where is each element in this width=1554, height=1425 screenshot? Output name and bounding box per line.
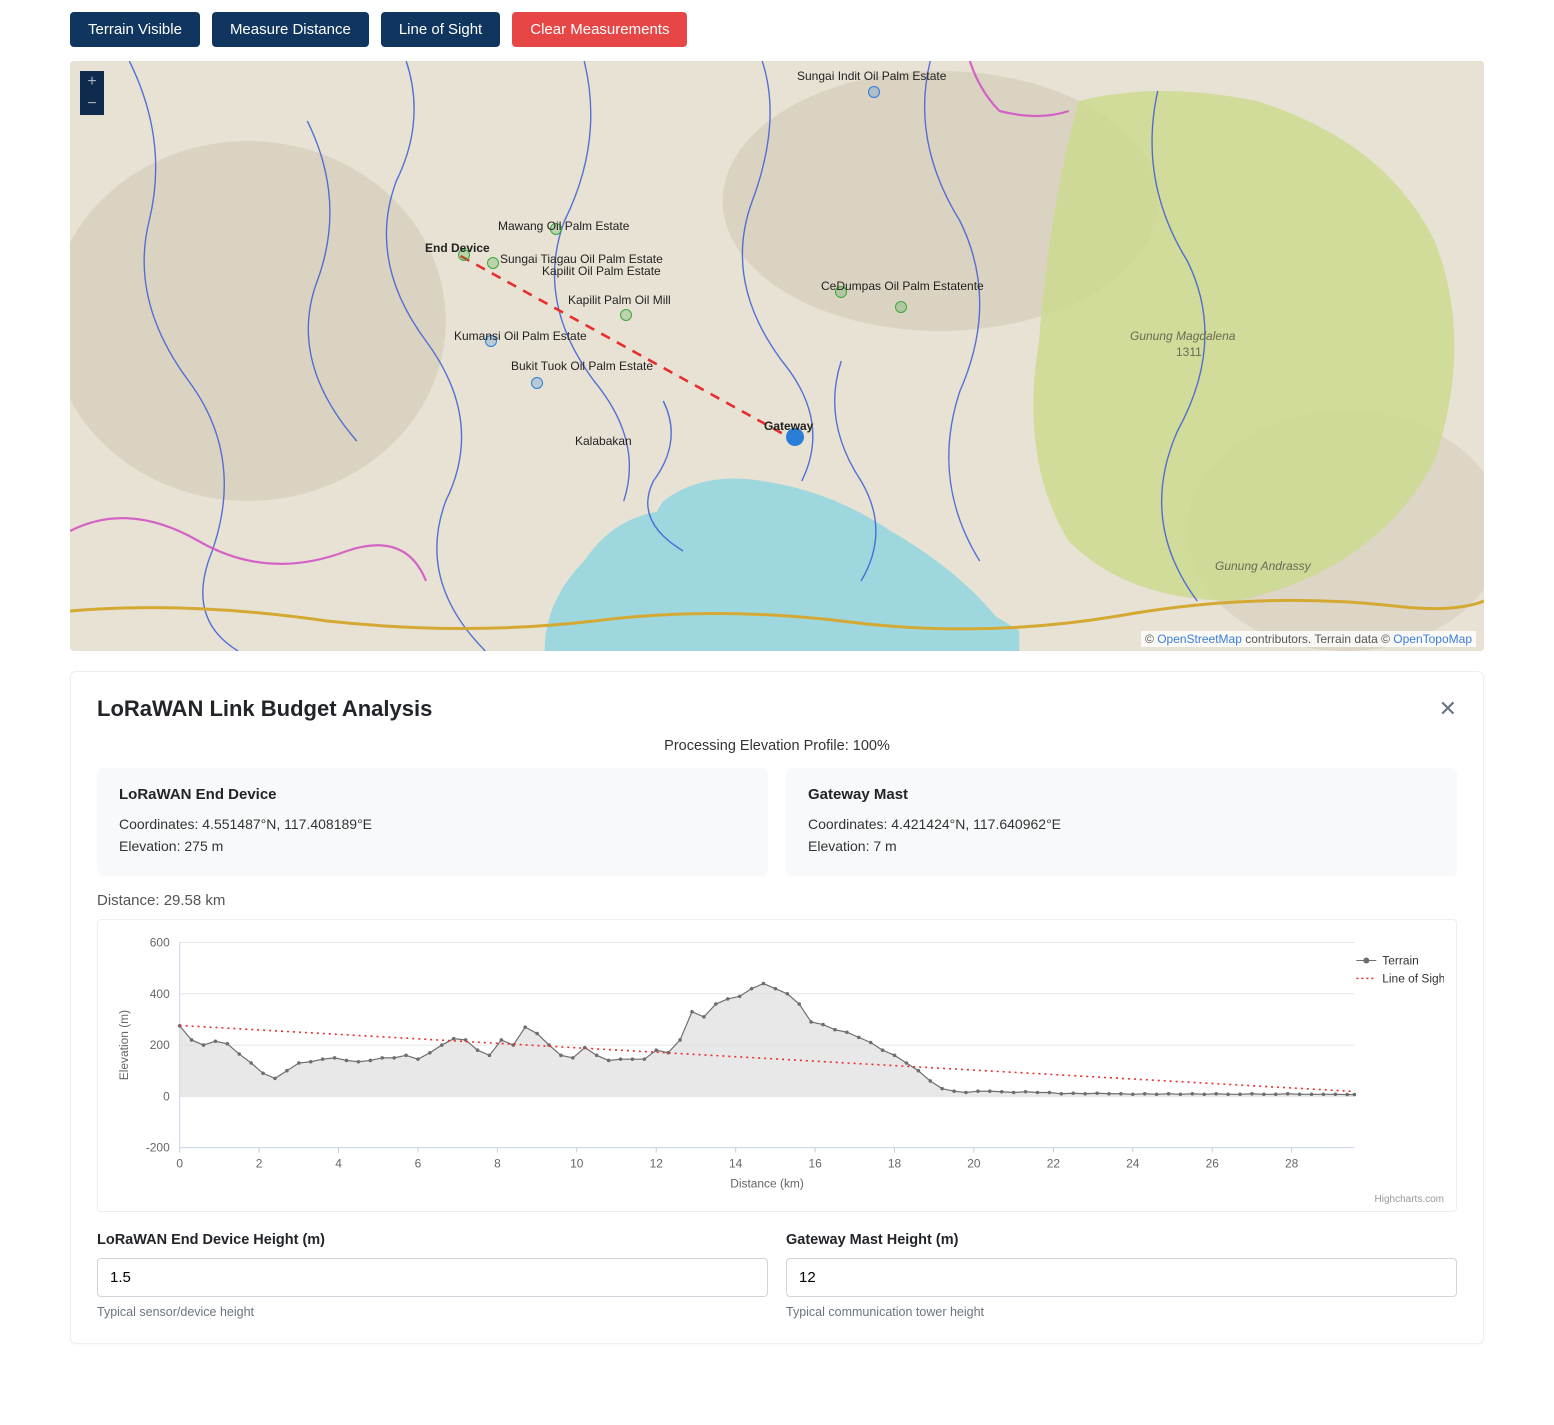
- card-title: Gateway Mast: [808, 786, 1435, 803]
- map-toolbar: Terrain Visible Measure Distance Line of…: [40, 0, 1514, 61]
- mountain-elev: 1311: [1176, 345, 1202, 359]
- poi-marker: [487, 257, 499, 269]
- svg-text:8: 8: [494, 1156, 501, 1170]
- svg-text:400: 400: [150, 987, 170, 1001]
- svg-text:Line of Sight: Line of Sight: [1382, 971, 1444, 985]
- svg-text:4: 4: [335, 1156, 342, 1170]
- svg-text:24: 24: [1126, 1156, 1140, 1170]
- svg-text:28: 28: [1285, 1156, 1299, 1170]
- svg-text:Distance (km): Distance (km): [730, 1176, 804, 1190]
- otm-link[interactable]: OpenTopoMap: [1393, 632, 1472, 646]
- gateway-coords: Coordinates: 4.421424°N, 117.640962°E: [808, 813, 1435, 835]
- link-budget-panel: LoRaWAN Link Budget Analysis ✕ Processin…: [70, 671, 1484, 1344]
- poi-label: Kalabakan: [575, 434, 632, 448]
- close-icon[interactable]: ✕: [1439, 696, 1457, 722]
- mountain-label: Gunung Magdalena: [1130, 329, 1235, 343]
- poi-label: Kapilit Palm Oil Mill: [568, 293, 671, 307]
- poi-label: Mawang Oil Palm Estate: [498, 219, 629, 233]
- poi-marker: [531, 377, 543, 389]
- end-device-coords: Coordinates: 4.551487°N, 117.408189°E: [119, 813, 746, 835]
- svg-text:Terrain: Terrain: [1382, 953, 1419, 967]
- gateway-height-label: Gateway Mast Height (m): [786, 1232, 1457, 1248]
- terrain-visible-button[interactable]: Terrain Visible: [70, 12, 200, 47]
- zoom-control: + −: [80, 71, 104, 115]
- svg-text:2: 2: [256, 1156, 263, 1170]
- poi-label: Bukit Tuok Oil Palm Estate: [511, 359, 653, 373]
- svg-text:Elevation (m): Elevation (m): [117, 1010, 131, 1080]
- end-device-card: LoRaWAN End Device Coordinates: 4.551487…: [97, 768, 768, 876]
- poi-label: Kumansi Oil Palm Estate: [454, 329, 587, 343]
- osm-link[interactable]: OpenStreetMap: [1157, 632, 1242, 646]
- clear-measurements-button[interactable]: Clear Measurements: [512, 12, 687, 47]
- svg-text:26: 26: [1206, 1156, 1220, 1170]
- svg-text:20: 20: [967, 1156, 981, 1170]
- end-device-height-group: LoRaWAN End Device Height (m) Typical se…: [97, 1232, 768, 1319]
- zoom-in-button[interactable]: +: [80, 71, 104, 93]
- gateway-height-hint: Typical communication tower height: [786, 1305, 1457, 1319]
- svg-text:600: 600: [150, 935, 170, 949]
- svg-text:12: 12: [650, 1156, 664, 1170]
- end-device-height-hint: Typical sensor/device height: [97, 1305, 768, 1319]
- svg-text:22: 22: [1047, 1156, 1061, 1170]
- svg-text:10: 10: [570, 1156, 584, 1170]
- zoom-out-button[interactable]: −: [80, 93, 104, 115]
- elevation-chart[interactable]: -20002004006000246810121416182022242628D…: [97, 919, 1457, 1212]
- processing-status: Processing Elevation Profile: 100%: [97, 738, 1457, 754]
- svg-text:0: 0: [163, 1089, 170, 1103]
- line-of-sight-button[interactable]: Line of Sight: [381, 12, 500, 47]
- measure-distance-button[interactable]: Measure Distance: [212, 12, 369, 47]
- end-device-height-input[interactable]: [97, 1258, 768, 1297]
- gateway-height-group: Gateway Mast Height (m) Typical communic…: [786, 1232, 1457, 1319]
- poi-marker: [868, 86, 880, 98]
- card-title: LoRaWAN End Device: [119, 786, 746, 803]
- svg-text:0: 0: [176, 1156, 183, 1170]
- svg-text:14: 14: [729, 1156, 743, 1170]
- svg-text:-200: -200: [146, 1140, 170, 1154]
- poi-label: Sungai Indit Oil Palm Estate: [797, 69, 946, 83]
- map-container[interactable]: + − End Device Gateway Sungai Indit Oil …: [70, 61, 1484, 651]
- poi-label: CeDumpas Oil Palm Estatente: [821, 279, 984, 293]
- svg-text:18: 18: [888, 1156, 902, 1170]
- poi-marker: [620, 309, 632, 321]
- gateway-label: Gateway: [764, 419, 813, 433]
- poi-label: Kapilit Oil Palm Estate: [542, 264, 661, 278]
- end-device-height-label: LoRaWAN End Device Height (m): [97, 1232, 768, 1248]
- gateway-card: Gateway Mast Coordinates: 4.421424°N, 11…: [786, 768, 1457, 876]
- map-attribution: © OpenStreetMap contributors. Terrain da…: [1141, 631, 1476, 647]
- panel-title: LoRaWAN Link Budget Analysis: [97, 696, 432, 722]
- svg-text:200: 200: [150, 1038, 170, 1052]
- distance-label: Distance: 29.58 km: [97, 892, 1457, 909]
- chart-credit: Highcharts.com: [110, 1194, 1444, 1205]
- svg-text:16: 16: [808, 1156, 822, 1170]
- end-device-label: End Device: [425, 241, 490, 255]
- mountain-label: Gunung Andrassy: [1215, 559, 1311, 573]
- svg-text:6: 6: [415, 1156, 422, 1170]
- end-device-elevation: Elevation: 275 m: [119, 835, 746, 857]
- gateway-height-input[interactable]: [786, 1258, 1457, 1297]
- poi-marker: [895, 301, 907, 313]
- gateway-elevation: Elevation: 7 m: [808, 835, 1435, 857]
